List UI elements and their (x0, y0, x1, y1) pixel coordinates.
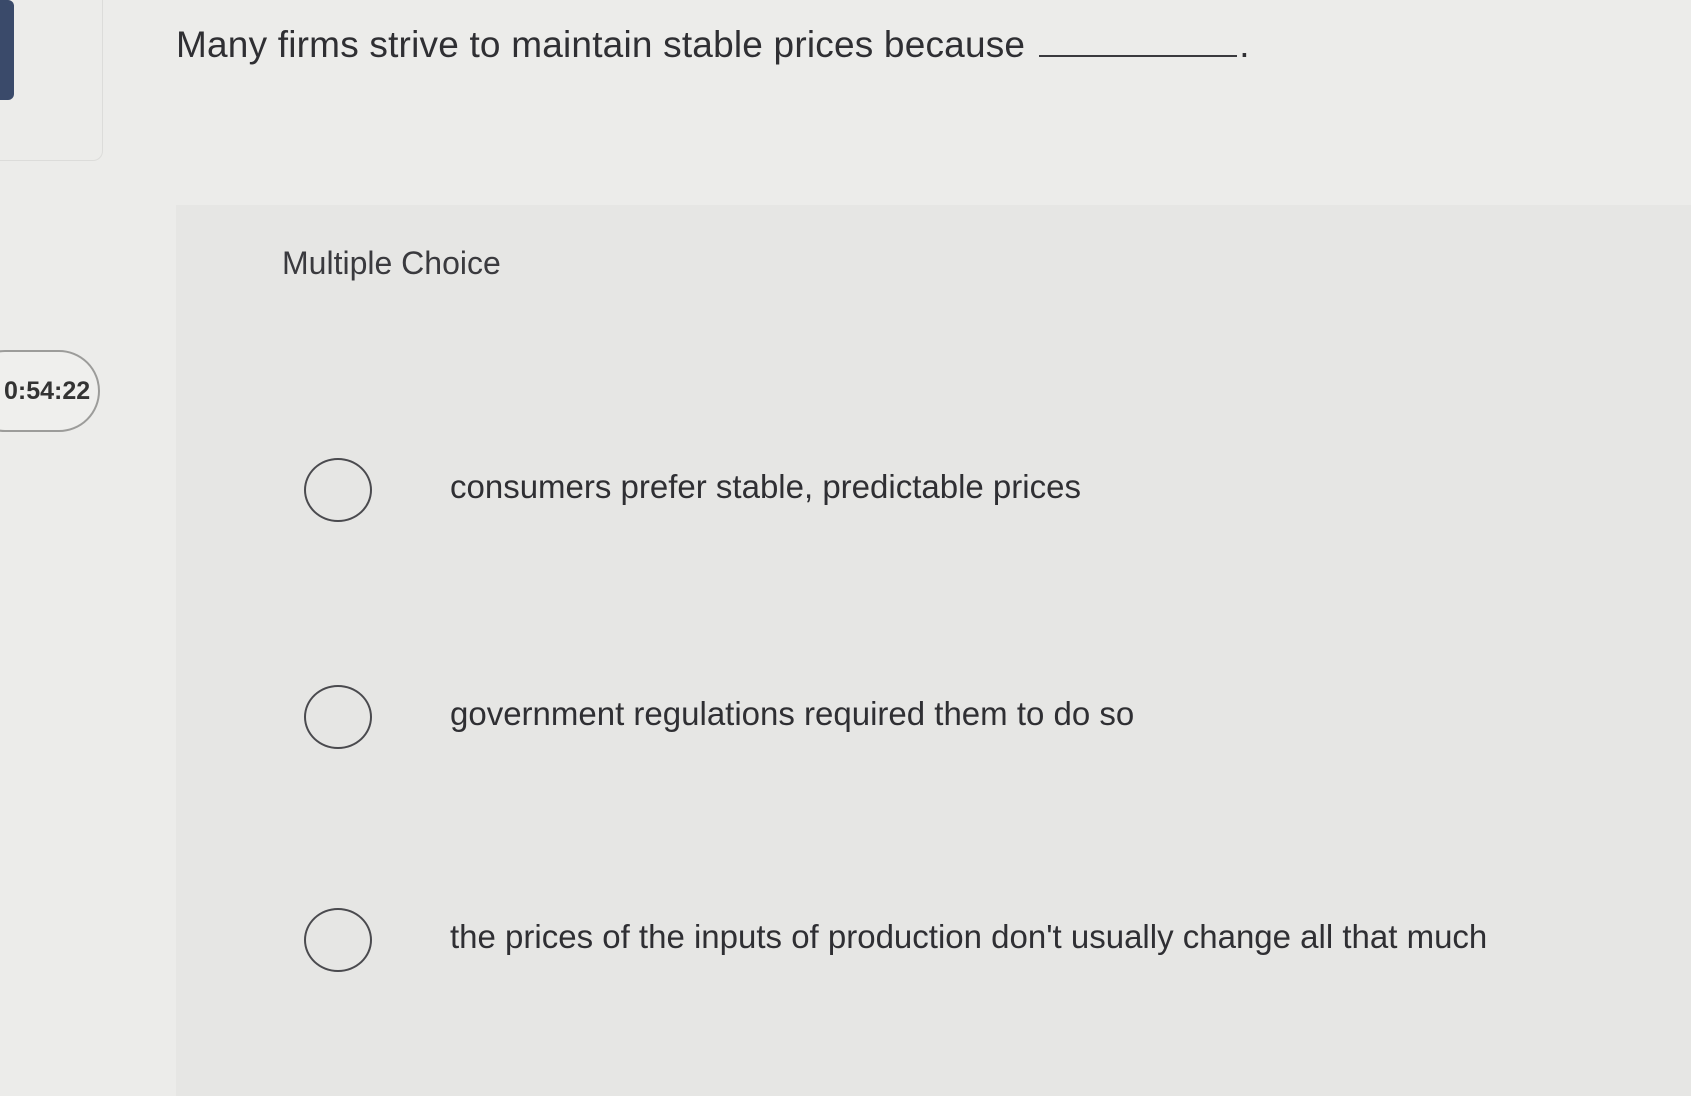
question-text: Many firms strive to maintain stable pri… (176, 24, 1026, 65)
answer-blank (1039, 25, 1238, 57)
answer-option-label[interactable]: government regulations required them to … (450, 695, 1134, 733)
side-panel (0, 0, 103, 161)
progress-indicator (0, 0, 14, 100)
answer-option[interactable]: the prices of the inputs of production d… (240, 868, 1691, 1018)
answer-option-label[interactable]: consumers prefer stable, predictable pri… (450, 468, 1081, 506)
radio-button[interactable] (304, 685, 372, 749)
radio-button[interactable] (304, 458, 372, 522)
timer-badge: 0:54:22 (0, 350, 100, 432)
question-prompt: Many firms strive to maintain stable pri… (176, 24, 1250, 66)
multiple-choice-heading: Multiple Choice (282, 245, 501, 281)
answer-option[interactable]: consumers prefer stable, predictable pri… (240, 418, 1691, 568)
answer-option-label[interactable]: the prices of the inputs of production d… (450, 918, 1487, 956)
question-period: . (1239, 24, 1250, 65)
timer-value: 0:54:22 (4, 377, 91, 405)
answer-option[interactable]: government regulations required them to … (240, 645, 1691, 795)
radio-button[interactable] (304, 908, 372, 972)
